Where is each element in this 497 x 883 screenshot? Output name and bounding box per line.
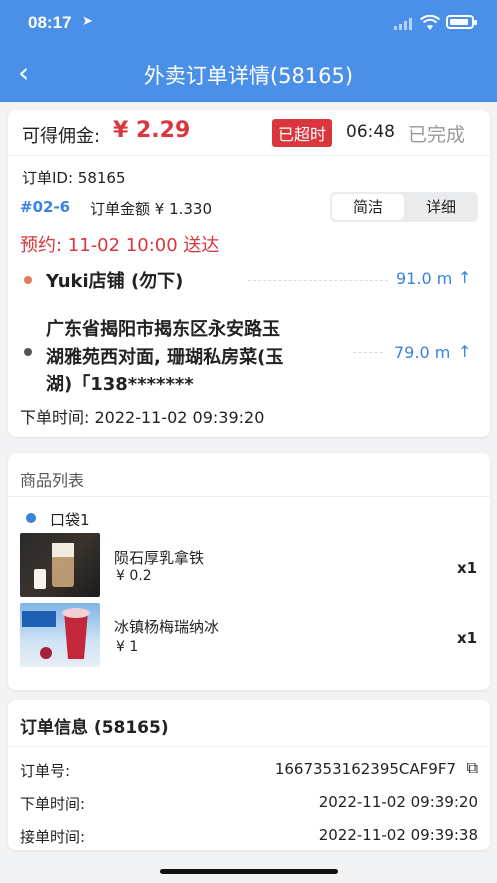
home-indicator [160, 869, 338, 874]
goods-title: 商品列表 [20, 471, 85, 490]
app-header: 08:17 ➤ ‹ 外卖订单详情(58165) [0, 0, 497, 102]
divider [8, 746, 490, 747]
view-toggle: 简洁 详细 [330, 192, 478, 222]
order-info-card: 订单信息 (58165) 订单号: 1667353162395CAF9F7 ⧉ … [8, 700, 490, 850]
order-info-title: 订单信息 (58165) [20, 718, 169, 738]
commission-value: ¥ 2.29 [113, 118, 191, 143]
product-image-latte [20, 533, 100, 597]
address-dot-icon [24, 348, 32, 356]
order-summary-card: 可得佣金: ¥ 2.29 已超时 06:48 已完成 订单ID: 58165 #… [8, 110, 490, 437]
commission-label: 可得佣金: [22, 126, 101, 147]
order-number-value: 1667353162395CAF9F7 [274, 760, 456, 778]
address-distance: 79.0 m [394, 343, 451, 362]
order-id: 订单ID: 58165 [22, 169, 126, 187]
copy-icon[interactable]: ⧉ [467, 758, 478, 778]
product-image-bayberry [20, 603, 100, 667]
order-time: 下单时间: 2022-11-02 09:39:20 [20, 408, 265, 427]
product-name: 陨石厚乳拿铁 [114, 549, 205, 567]
dashed-line [353, 352, 383, 353]
product-name: 冰镇杨梅瑞纳冰 [114, 618, 220, 636]
shop-navigate-icon[interactable]: ↑ [458, 268, 471, 287]
overdue-badge: 已超时 [272, 119, 333, 147]
serial-number: #02-6 [20, 198, 71, 216]
address-line-1: 广东省揭阳市揭东区永安路玉 [46, 319, 280, 340]
divider [8, 496, 490, 497]
signal-icon [394, 18, 412, 30]
product-price: ¥ 1 [116, 639, 139, 655]
order-status: 已完成 [408, 124, 466, 146]
page-title: 外卖订单详情(58165) [143, 64, 354, 88]
dashed-line [248, 280, 388, 281]
product-qty: x1 [457, 629, 478, 647]
address-line-3: 湖)「138******* [46, 374, 194, 395]
elapsed-time: 06:48 [346, 122, 395, 142]
divider [8, 155, 490, 156]
address-line-2: 湖雅苑西对面, 珊瑚私房菜(玉 [46, 347, 284, 368]
accept-time-label: 接单时间: [20, 828, 86, 846]
bag-label: 口袋1 [50, 511, 90, 529]
shop-distance: 91.0 m [396, 269, 453, 288]
battery-icon [446, 15, 477, 29]
product-qty: x1 [457, 559, 478, 577]
reservation-time: 预约: 11-02 10:00 送达 [20, 235, 220, 256]
order-number-label: 订单号: [20, 762, 71, 780]
view-simple-button[interactable]: 简洁 [332, 194, 404, 220]
order-time-label: 下单时间: [20, 795, 86, 813]
location-arrow-icon: ➤ [82, 14, 93, 29]
view-detail-button[interactable]: 详细 [406, 194, 476, 220]
status-bar: 08:17 ➤ [0, 0, 497, 46]
address-navigate-icon[interactable]: ↑ [458, 342, 471, 361]
clock: 08:17 [28, 13, 72, 32]
order-amount: 订单金额 ¥ 1.330 [90, 200, 213, 218]
product-price: ¥ 0.2 [116, 568, 152, 584]
accept-time-value: 2022-11-02 09:39:38 [318, 826, 478, 844]
shop-dot-icon [24, 276, 32, 284]
wifi-icon [420, 15, 440, 30]
order-time-value: 2022-11-02 09:39:20 [318, 793, 478, 811]
bag-dot-icon [26, 513, 36, 523]
goods-card: 商品列表 口袋1 陨石厚乳拿铁 ¥ 0.2 x1 冰镇杨梅瑞纳冰 ¥ 1 x1 [8, 453, 490, 690]
shop-name: Yuki店铺 (勿下) [46, 271, 184, 292]
